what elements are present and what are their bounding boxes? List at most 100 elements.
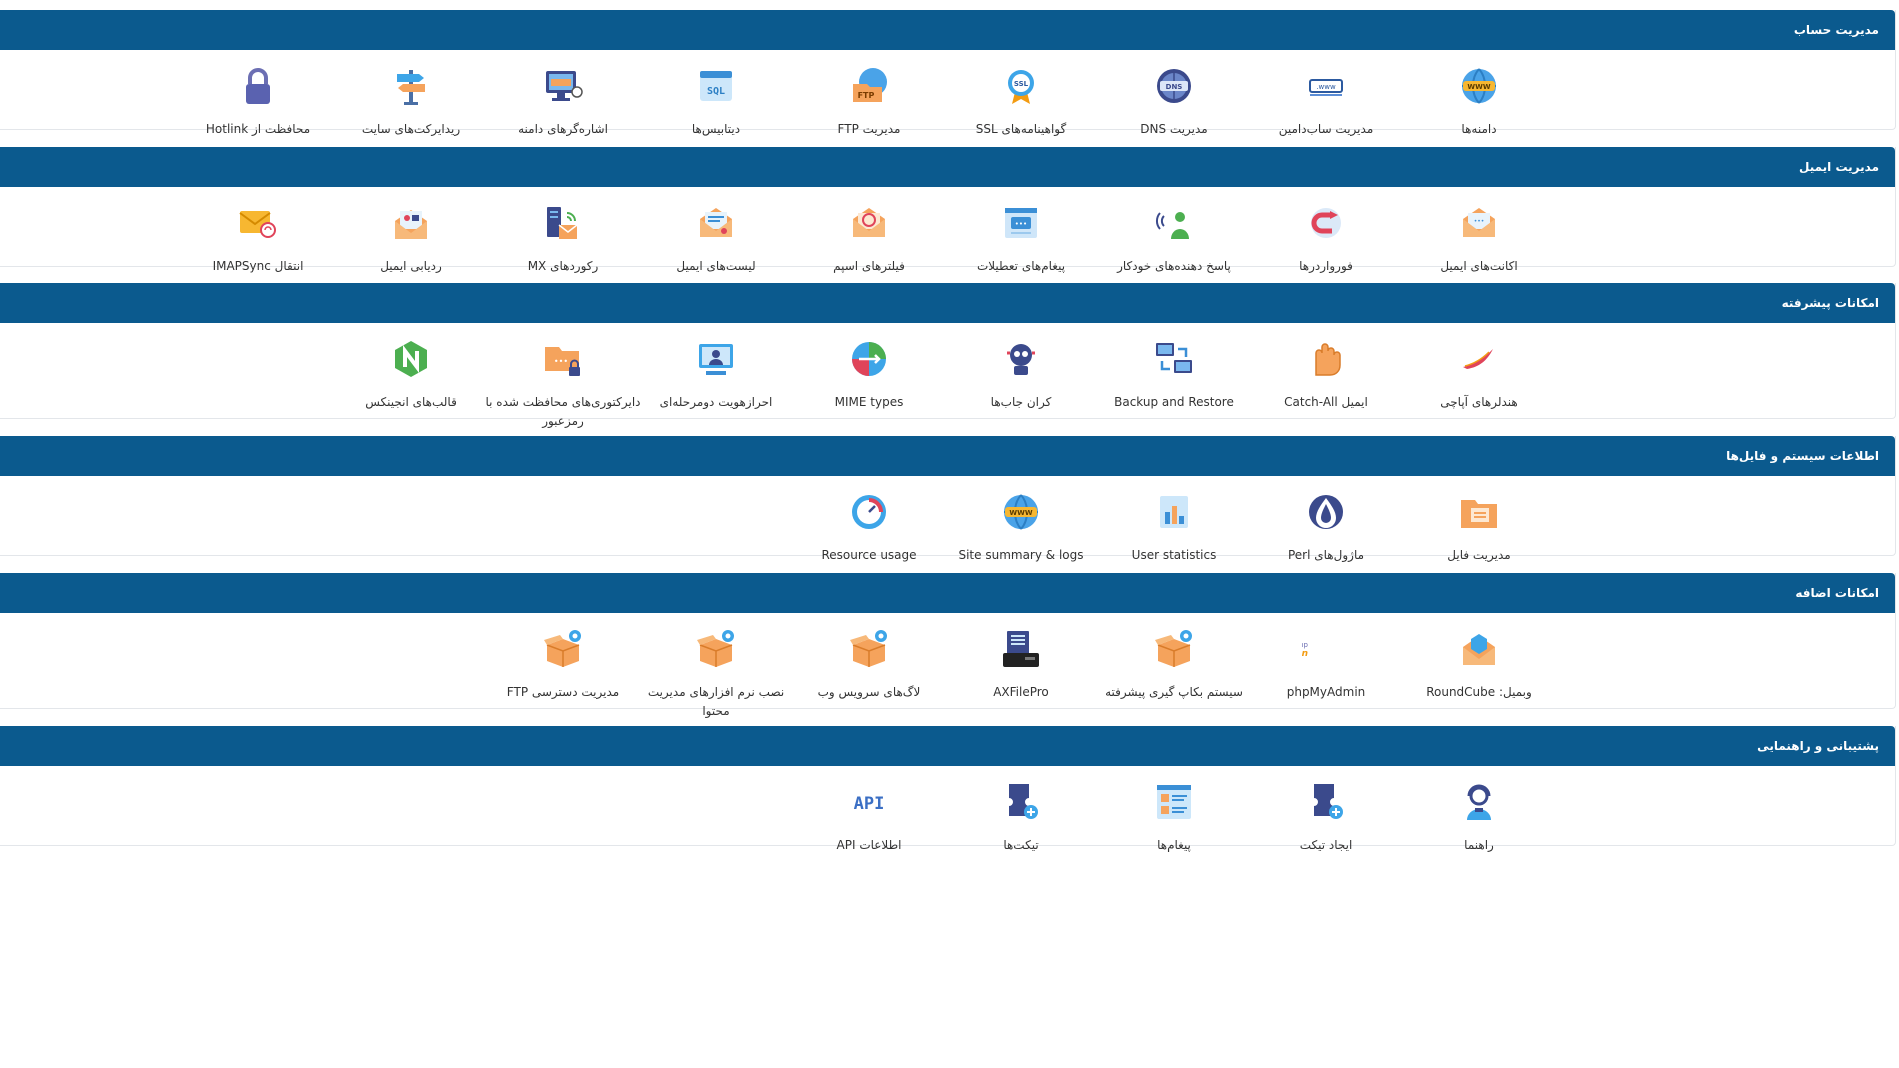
feature-link[interactable]: اشاره‌گرهای دامنه <box>483 62 643 139</box>
svg-text:MyAdmin: MyAdmin <box>1302 649 1308 659</box>
mx-records-icon <box>539 199 587 247</box>
section-title: مدیریت حساب <box>0 10 1895 50</box>
feature-label: تیکت‌ها <box>1003 838 1039 852</box>
backup-restore-icon <box>1150 335 1198 383</box>
spam-filter-icon <box>845 199 893 247</box>
section-items: WWW دامنه‌ها www. مدیریت ساب‌دامین DNS مدیریت… <box>0 50 1895 136</box>
svg-text:•••: ••• <box>1015 220 1027 228</box>
feature-link[interactable]: سیستم بکاپ گیری پیشرفته <box>1094 625 1254 702</box>
feature-link[interactable]: User statistics <box>1094 488 1254 565</box>
feature-link[interactable]: ••• اکانت‌های ایمیل <box>1399 199 1559 276</box>
roundcube-icon <box>1455 625 1503 673</box>
subdomain-icon: www. <box>1302 62 1350 110</box>
feature-link[interactable]: وبمیل: RoundCube <box>1399 625 1559 702</box>
feature-link[interactable]: قالب‌های انجینکس <box>331 335 491 412</box>
feature-link[interactable]: FTP مدیریت FTP <box>789 62 949 139</box>
plugin-box-icon <box>692 625 740 673</box>
feature-label: ریدایرکت‌های سایت <box>361 122 461 136</box>
feature-link[interactable]: ••• پیغام‌های تعطیلات <box>941 199 1101 276</box>
feature-label: لیست‌های ایمیل <box>676 259 756 273</box>
section-panel: اطلاعات سیستم و فایل‌ها مدیریت فایل ماژول‌… <box>0 436 1896 562</box>
feature-link[interactable]: API اطلاعات API <box>789 778 949 855</box>
feature-label: پاسخ دهنده‌های خودکار <box>1117 259 1231 273</box>
sql-database-icon: SQL <box>692 62 740 110</box>
feature-link[interactable]: مدیریت دسترسی FTP <box>483 625 643 702</box>
ftp-folder-icon: FTP <box>845 62 893 110</box>
svg-text:www.: www. <box>1316 83 1336 91</box>
feature-link[interactable]: WWW Site summary & logs <box>941 488 1101 565</box>
feature-link[interactable]: MIME types <box>789 335 949 412</box>
globe-www-icon: WWW <box>1455 62 1503 110</box>
feature-link[interactable]: پیغام‌ها <box>1094 778 1254 855</box>
feature-link[interactable]: فورواردرها <box>1246 199 1406 276</box>
feature-link[interactable]: AXFilePro <box>941 625 1101 702</box>
apache-feather-icon <box>1455 335 1503 383</box>
feature-link[interactable]: هندلرهای آپاچی <box>1399 335 1559 412</box>
svg-text:•••: ••• <box>1474 218 1485 225</box>
dns-globe-icon: DNS <box>1150 62 1198 110</box>
feature-link[interactable]: فیلترهای اسپم <box>789 199 949 276</box>
ssl-badge-icon: SSL <box>997 62 1045 110</box>
signpost-icon <box>387 62 435 110</box>
section-title: اطلاعات سیستم و فایل‌ها <box>0 436 1895 476</box>
feature-link[interactable]: رکوردهای MX <box>483 199 643 276</box>
section-panel: امکانات اضافهوبمیل: RoundCubephpMyAdminp… <box>0 573 1896 718</box>
feature-link[interactable]: تیکت‌ها <box>941 778 1101 855</box>
feature-link[interactable]: SQL دیتابیس‌ها <box>636 62 796 139</box>
site-summary-icon: WWW <box>997 488 1045 536</box>
feature-link[interactable]: ردیابی ایمیل <box>331 199 491 276</box>
feature-link[interactable]: پاسخ دهنده‌های خودکار <box>1094 199 1254 276</box>
create-ticket-icon <box>1302 778 1350 826</box>
feature-link[interactable]: www. مدیریت ساب‌دامین <box>1246 62 1406 139</box>
feature-label: دیتابیس‌ها <box>691 122 741 136</box>
feature-link[interactable]: انتقال IMAPSync <box>178 199 338 276</box>
feature-link[interactable]: نصب نرم افزارهای مدیریت محتوا <box>636 625 796 721</box>
feature-label: AXFilePro <box>993 685 1049 699</box>
feature-label: دامنه‌ها <box>1461 122 1497 136</box>
feature-link[interactable]: ••• دایرکتوری‌های محافظت شده با رمزعبور <box>483 335 643 431</box>
feature-link[interactable]: کران جاب‌ها <box>941 335 1101 412</box>
section-panel: مدیریت حساب WWW دامنه‌ها www. مدیریت ساب‌دام… <box>0 10 1896 136</box>
svg-text:API: API <box>854 794 885 814</box>
feature-link[interactable]: ریدایرکت‌های سایت <box>331 62 491 139</box>
feature-link[interactable]: DNS مدیریت DNS <box>1094 62 1254 139</box>
protected-folder-icon: ••• <box>539 335 587 383</box>
perl-onion-icon <box>1302 488 1350 536</box>
feature-label: مدیریت ساب‌دامین <box>1278 122 1374 136</box>
feature-link[interactable]: ماژول‌های Perl <box>1246 488 1406 565</box>
feature-label: راهنما <box>1464 838 1494 852</box>
feature-label: فیلترهای اسپم <box>833 259 905 273</box>
feature-link[interactable]: راهنما <box>1399 778 1559 855</box>
svg-text:SQL: SQL <box>707 86 725 97</box>
feature-label: سیستم بکاپ گیری پیشرفته <box>1105 685 1243 699</box>
section-title: مدیریت ایمیل <box>0 147 1895 187</box>
feature-label: Backup and Restore <box>1114 395 1234 409</box>
feature-link[interactable]: احرازهویت دومرحله‌ای <box>636 335 796 412</box>
feature-label: لاگ‌های سرویس وب <box>817 685 921 699</box>
feature-label: Site summary & logs <box>958 548 1084 562</box>
feature-label: قالب‌های انجینکس <box>365 395 457 409</box>
feature-label: اکانت‌های ایمیل <box>1440 259 1518 273</box>
feature-label: مدیریت فایل <box>1447 548 1511 562</box>
feature-link[interactable]: لاگ‌های سرویس وب <box>789 625 949 702</box>
svg-text:WWW: WWW <box>1467 83 1490 91</box>
feature-link[interactable]: لیست‌های ایمیل <box>636 199 796 276</box>
feature-link[interactable]: ایمیل Catch-All <box>1246 335 1406 412</box>
feature-label: مدیریت دسترسی FTP <box>506 685 620 699</box>
feature-link[interactable]: SSL گواهینامه‌های SSL <box>941 62 1101 139</box>
feature-link[interactable]: WWW دامنه‌ها <box>1399 62 1559 139</box>
feature-label: فورواردرها <box>1299 259 1353 273</box>
feature-link[interactable]: Resource usage <box>789 488 949 565</box>
section-title: پشتیبانی و راهنمایی <box>0 726 1895 766</box>
feature-label: وبمیل: RoundCube <box>1426 685 1532 699</box>
section-items: راهنما ایجاد تیکت پیغام‌ها تیکت‌ها API اطلاعا… <box>0 766 1895 852</box>
feature-link[interactable]: Backup and Restore <box>1094 335 1254 412</box>
feature-label: پیغام‌ها <box>1157 838 1191 852</box>
feature-label: ماژول‌های Perl <box>1287 548 1365 562</box>
dashboard-page: مدیریت حساب WWW دامنه‌ها www. مدیریت ساب‌دام… <box>0 0 1899 1068</box>
feature-link[interactable]: phpMyAdminphpMyAdmin <box>1246 625 1406 702</box>
feature-link[interactable]: ایجاد تیکت <box>1246 778 1406 855</box>
feature-link[interactable]: محافظت از Hotlink <box>178 62 338 139</box>
phpmyadmin-icon: phpMyAdmin <box>1261 625 1350 673</box>
feature-link[interactable]: مدیریت فایل <box>1399 488 1559 565</box>
